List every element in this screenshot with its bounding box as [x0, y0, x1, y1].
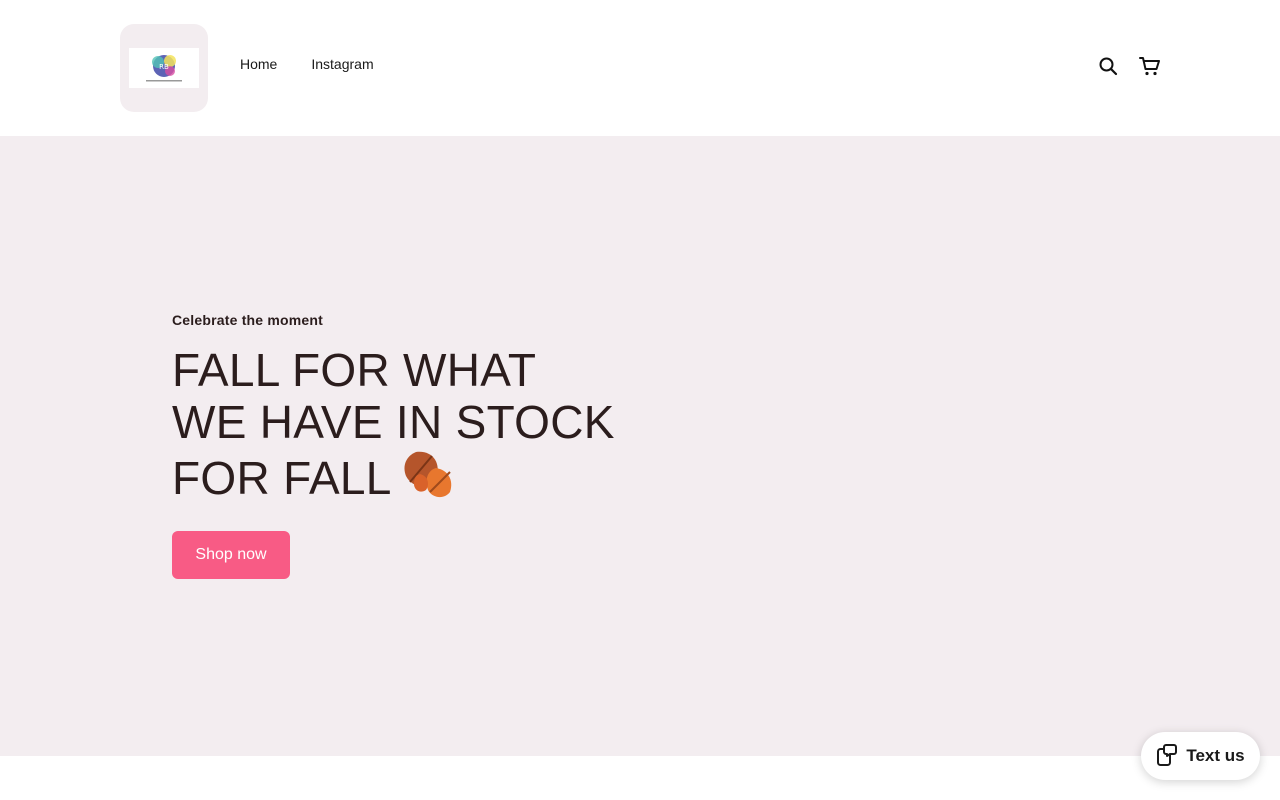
- text-us-label: Text us: [1186, 746, 1245, 765]
- cart-icon[interactable]: [1138, 54, 1162, 78]
- text-us-widget[interactable]: Text us: [1141, 732, 1260, 780]
- nav-home-link[interactable]: Home: [240, 56, 277, 72]
- hero-eyebrow: Celebrate the moment: [172, 312, 324, 328]
- search-icon[interactable]: [1096, 54, 1120, 78]
- nav-instagram-link[interactable]: Instagram: [311, 56, 373, 72]
- headline-line-3: FOR FALL: [172, 452, 392, 504]
- headline-line-2: WE HAVE IN STOCK: [172, 396, 615, 448]
- logo-mark-icon: RB: [146, 55, 182, 82]
- store-logo[interactable]: RB: [120, 24, 208, 112]
- hero-banner: Celebrate the moment FALL FOR WHAT WE HA…: [0, 136, 1280, 756]
- fallen-leaf-icon: [398, 448, 456, 510]
- main-nav: Home Instagram: [240, 56, 374, 72]
- svg-text:RB: RB: [159, 63, 169, 71]
- site-header: RB Home Instagram: [0, 0, 1280, 136]
- hero-headline: FALL FOR WHAT WE HAVE IN STOCK FOR FALL: [172, 344, 652, 510]
- shop-now-button[interactable]: Shop now: [172, 531, 290, 579]
- header-actions: [1096, 54, 1162, 78]
- logo-image: RB: [129, 48, 199, 88]
- headline-line-1: FALL FOR WHAT: [172, 344, 537, 396]
- chat-phone-icon: [1156, 742, 1178, 771]
